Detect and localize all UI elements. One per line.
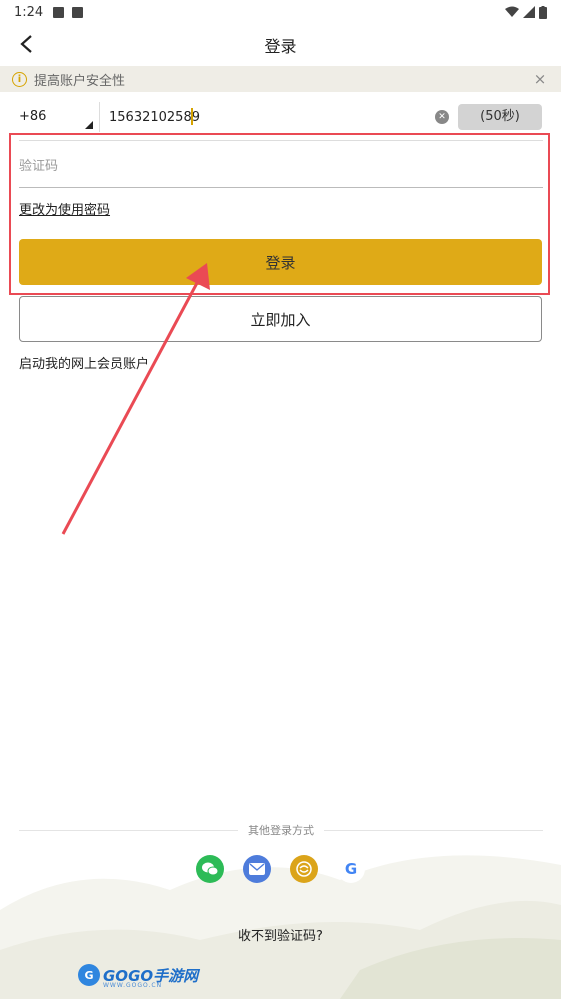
social-login-row: G — [196, 855, 366, 883]
join-button[interactable]: 立即加入 — [19, 296, 542, 342]
battery-icon — [539, 5, 547, 19]
other-login-divider: 其他登录方式 — [19, 823, 543, 837]
google-login-button[interactable]: G — [337, 855, 365, 883]
status-time: 1:24 — [14, 4, 44, 20]
yellow-circle-icon — [296, 861, 312, 877]
watermark-url: WWW.GOGO.CN — [103, 982, 163, 989]
security-notice-text: 提高账户安全性 — [34, 73, 126, 89]
info-icon: i — [12, 71, 27, 87]
wechat-icon — [202, 862, 219, 876]
app-notification-icon — [72, 6, 84, 18]
no-code-link[interactable]: 收不到验证码? — [0, 925, 561, 944]
divider — [19, 829, 238, 831]
join-hint-text: 启动我的网上会员账户 — [19, 357, 150, 372]
top-bar: 登录 — [0, 24, 561, 66]
phone-number-input[interactable] — [109, 104, 429, 130]
security-notice: i 提高账户安全性 × — [0, 66, 561, 92]
wifi-icon — [505, 6, 519, 17]
gogo-logo-icon: G — [78, 964, 100, 986]
gogo-watermark: G GOGO手游网 WWW.GOGO.CN — [78, 962, 198, 989]
google-icon: G — [344, 860, 358, 878]
mail-icon — [249, 863, 265, 875]
page-title: 登录 — [264, 37, 297, 56]
close-icon[interactable]: × — [531, 70, 549, 88]
text-caret — [191, 108, 193, 125]
divider — [324, 829, 543, 831]
clear-icon[interactable]: ✕ — [435, 110, 449, 124]
chevron-left-icon — [20, 35, 32, 53]
wechat-login-button[interactable] — [196, 855, 224, 883]
back-button[interactable] — [12, 30, 40, 58]
divider — [99, 102, 100, 132]
image-notification-icon — [53, 6, 65, 18]
status-bar: 1:24 — [0, 0, 561, 24]
resend-code-button[interactable]: (50秒) — [458, 104, 542, 130]
phone-row: +86 ✕ (50秒) — [0, 100, 561, 134]
email-login-button[interactable] — [243, 855, 271, 883]
other-login-button[interactable] — [290, 855, 318, 883]
signal-icon — [523, 6, 535, 18]
dropdown-corner-icon — [85, 121, 93, 129]
highlight-annotation-box — [9, 133, 550, 295]
status-right — [505, 5, 547, 19]
other-login-label: 其他登录方式 — [248, 824, 314, 837]
